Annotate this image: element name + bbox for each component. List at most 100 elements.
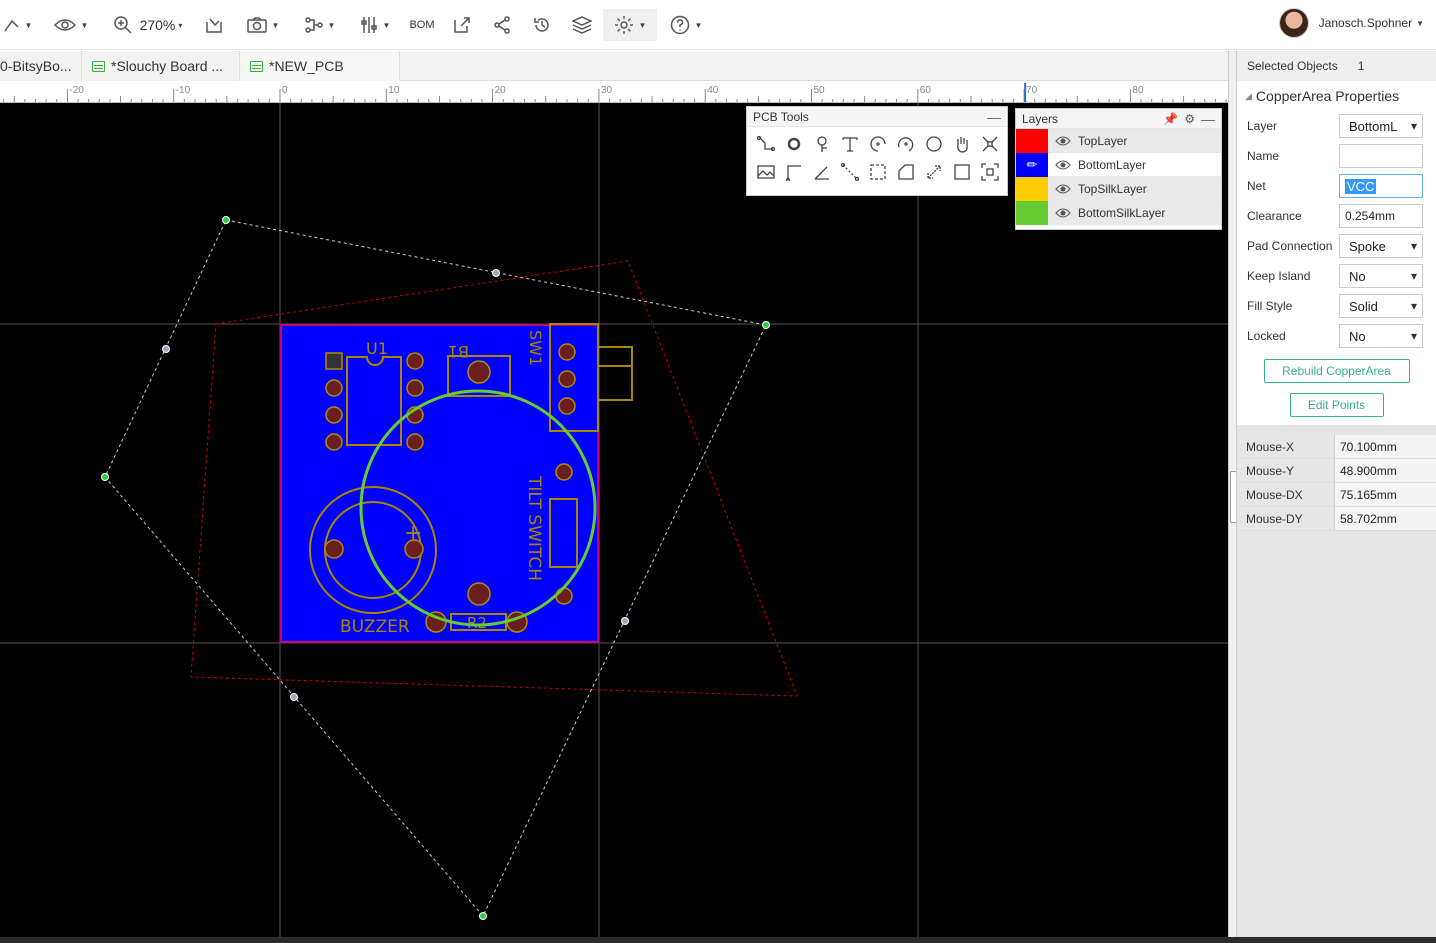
network-icon: [304, 17, 323, 33]
zoom-level: 270%: [139, 17, 176, 33]
zoom-button[interactable]: 270% ▾: [108, 9, 188, 41]
properties-title[interactable]: ◢ CopperArea Properties: [1237, 81, 1436, 111]
share-button[interactable]: [490, 9, 514, 41]
copperarea-properties: ◢CopperArea Properties Layer BottomL Name…: [1237, 81, 1436, 425]
pad: [406, 352, 424, 370]
layer-color-swatch[interactable]: [1016, 176, 1048, 201]
dimension-tool-icon[interactable]: [976, 130, 1004, 158]
vertex-handle: [222, 216, 230, 224]
export-button[interactable]: [450, 9, 474, 41]
copper-area-icon[interactable]: [892, 158, 920, 186]
keep-island-select[interactable]: No: [1339, 264, 1423, 288]
ruler-tick-label: 80: [1132, 85, 1144, 96]
pencil-icon[interactable]: ✏: [1016, 152, 1048, 177]
net-label: Net: [1247, 179, 1266, 193]
selected-objects-bar: Selected Objects 1: [1237, 51, 1436, 81]
horizontal-ruler: -20 -10 0 10 20 30 40 50 60 70 80: [0, 81, 1228, 103]
export-icon: [454, 17, 470, 33]
pad: [325, 352, 343, 370]
layer-color-swatch[interactable]: [1016, 128, 1048, 153]
image-tool-icon[interactable]: [752, 158, 780, 186]
layer-row-bottomsilklayer[interactable]: BottomSilkLayer: [1016, 200, 1221, 225]
tab-new-pcb[interactable]: *NEW_PCB: [240, 51, 400, 81]
mouse-dx-value: 75.165mm: [1335, 483, 1436, 506]
layers-button[interactable]: [570, 9, 594, 41]
selected-objects-count: 1: [1357, 59, 1365, 73]
move-tool-icon[interactable]: [920, 158, 948, 186]
settings-button[interactable]: ▼: [603, 9, 657, 41]
mouse-dy-value: 58.702mm: [1335, 507, 1436, 530]
panel-splitter[interactable]: [1228, 51, 1237, 937]
minimize-icon[interactable]: —: [1201, 111, 1215, 127]
tab-bitsyboard[interactable]: 0-BitsyBo...: [0, 51, 82, 81]
eye-icon[interactable]: [1048, 208, 1078, 218]
camera-button[interactable]: ▼: [242, 9, 284, 41]
name-input[interactable]: [1339, 144, 1423, 168]
pad-connection-select[interactable]: Spoke: [1339, 234, 1423, 258]
mouse-info-table: Mouse-X 70.100mm Mouse-Y 48.900mm Mouse-DX…: [1237, 435, 1436, 531]
arc-tool-icon[interactable]: [892, 130, 920, 158]
solid-region-icon[interactable]: [864, 158, 892, 186]
circle-tool-icon[interactable]: [920, 130, 948, 158]
eye-icon[interactable]: [1048, 160, 1078, 170]
edit-points-button[interactable]: Edit Points: [1289, 393, 1384, 417]
arc-center-tool-icon[interactable]: [864, 130, 892, 158]
rebuild-copperarea-button[interactable]: Rebuild CopperArea: [1263, 359, 1410, 383]
pad-connection-label: Pad Connection: [1247, 239, 1333, 253]
view-eye-button[interactable]: ▼: [50, 9, 92, 41]
layer-row-toplayer[interactable]: TopLayer: [1016, 128, 1221, 153]
history-button[interactable]: [530, 9, 554, 41]
measure-tool-icon[interactable]: [836, 158, 864, 186]
locked-label: Locked: [1247, 329, 1286, 343]
gear-icon: [614, 16, 633, 34]
label-r2: R2: [467, 614, 487, 632]
angle-tool-icon[interactable]: [808, 158, 836, 186]
user-menu[interactable]: Janosch.Spohner ▼: [1278, 8, 1424, 38]
via-tool-icon[interactable]: [808, 130, 836, 158]
net-input[interactable]: VCC: [1339, 174, 1423, 198]
rect-tool-icon[interactable]: [948, 158, 976, 186]
mouse-x-label: Mouse-X: [1237, 435, 1335, 458]
name-label: Name: [1247, 149, 1280, 163]
track-tool-icon[interactable]: [752, 130, 780, 158]
clearance-input[interactable]: 0.254mm: [1339, 204, 1423, 228]
layer-select[interactable]: BottomL: [1339, 114, 1423, 138]
net-value: VCC: [1345, 178, 1377, 194]
connect-pad-icon[interactable]: [780, 158, 808, 186]
text-tool-icon[interactable]: [836, 130, 864, 158]
label-buzzer: BUZZER: [340, 617, 410, 637]
tab-slouchy-board[interactable]: *Slouchy Board ...: [82, 51, 240, 81]
pad-tool-icon[interactable]: [780, 130, 808, 158]
layer-row-bottomlayer[interactable]: ✏ BottomLayer: [1016, 152, 1221, 177]
layer-row-topsilklayer[interactable]: TopSilkLayer: [1016, 176, 1221, 201]
pad: [555, 587, 573, 605]
ruler-tick-label: 40: [707, 85, 719, 96]
import-button[interactable]: [202, 9, 226, 41]
ruler-tick-label: 10: [388, 85, 400, 96]
pad: [467, 582, 491, 606]
route-icon-button[interactable]: ▼: [0, 9, 36, 41]
fit-view-icon[interactable]: [976, 158, 1004, 186]
gear-icon[interactable]: ⚙: [1184, 112, 1195, 126]
minimize-icon[interactable]: —: [987, 109, 1001, 125]
tab-label: *Slouchy Board ...: [111, 58, 224, 74]
tools-button[interactable]: ▼: [355, 9, 395, 41]
pin-icon[interactable]: 📌: [1163, 112, 1178, 126]
eye-icon[interactable]: [1048, 136, 1078, 146]
hand-pan-icon[interactable]: [948, 130, 976, 158]
layer-name: TopLayer: [1078, 133, 1128, 148]
eye-icon[interactable]: [1048, 184, 1078, 194]
label-tilt: TILT SWITCH: [524, 475, 544, 581]
user-name: Janosch.Spohner: [1318, 16, 1413, 30]
layer-color-swatch[interactable]: [1016, 200, 1048, 225]
share-tree-button[interactable]: ▼: [300, 9, 340, 41]
fill-style-select[interactable]: Solid: [1339, 294, 1423, 318]
avatar: [1278, 8, 1309, 38]
mouse-y-label: Mouse-Y: [1237, 459, 1335, 482]
ruler-tick-label: 60: [920, 85, 932, 96]
help-button[interactable]: ▼: [665, 9, 707, 41]
bom-button[interactable]: BOM: [407, 9, 437, 41]
vertex-handle: [101, 473, 109, 481]
pcb-doc-icon: [92, 60, 105, 72]
locked-select[interactable]: No: [1339, 324, 1423, 348]
